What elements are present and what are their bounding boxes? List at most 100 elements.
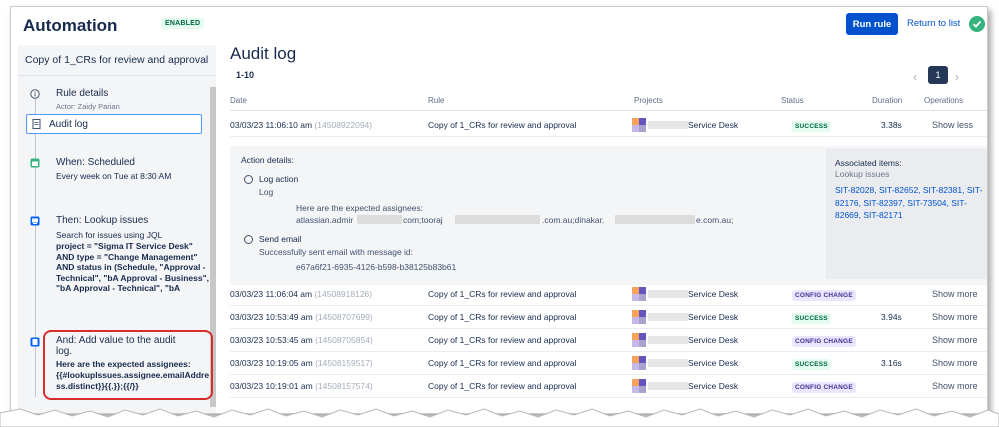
jql-line: Technical", "bA Approval - Business",: [56, 272, 209, 283]
project-avatar-icon: [632, 118, 646, 132]
action-details-panel: Action details: Log action Log Here are …: [230, 146, 987, 285]
column-header-date: Date: [230, 96, 247, 105]
trigger-title[interactable]: When: Scheduled: [56, 157, 135, 168]
row-project: Service Desk: [688, 289, 739, 299]
associated-items-sub: Lookup issues: [835, 169, 890, 179]
audit-log-label: Audit log: [49, 119, 88, 130]
document-action-icon: [30, 337, 40, 347]
send-email-text: Successfully sent email with message id:: [259, 247, 414, 257]
associated-items-heading: Associated items:: [835, 158, 902, 168]
column-header-rule: Rule: [428, 96, 445, 105]
column-header-duration: Duration: [872, 96, 903, 105]
log-label: Log: [259, 187, 274, 197]
sidebar-item-audit-log[interactable]: Audit log: [26, 114, 202, 134]
column-header-operations: Operations: [924, 96, 964, 105]
info-icon: [244, 235, 253, 244]
highlight-annotation: [43, 330, 213, 400]
row-project: Service Desk: [688, 335, 739, 345]
rule-details-link[interactable]: Rule details: [56, 88, 108, 99]
redacted-project: [648, 290, 688, 298]
show-more-button[interactable]: Show more: [932, 289, 978, 299]
jql-line: AND status in (Schedule, "Approval -: [56, 262, 206, 272]
run-rule-button[interactable]: Run rule: [846, 13, 898, 35]
project-avatar-icon: [632, 333, 646, 347]
row-date: 03/03/23 11:06:10 am (14508922094): [230, 120, 373, 130]
log-action-title: Log action: [259, 174, 299, 184]
show-more-button[interactable]: Show more: [932, 358, 978, 368]
log-text: Here are the expected assignees:: [296, 203, 424, 213]
email-fragment: e.com.au;: [696, 215, 734, 225]
status-badge: CONFIG CHANGE: [792, 336, 856, 347]
project-avatar-icon: [632, 310, 646, 324]
status-badge: CONFIG CHANGE: [792, 382, 856, 393]
row-duration: 3.16s: [881, 358, 902, 368]
row-project: Service Desk: [688, 120, 739, 130]
action-details-heading: Action details:: [241, 155, 294, 165]
show-less-button[interactable]: Show less: [932, 120, 973, 130]
flow-line: [35, 97, 36, 397]
result-range: 1-10: [236, 70, 255, 80]
info-icon: [30, 89, 40, 99]
associated-items-panel: Associated items: Lookup issues SIT-8202…: [826, 149, 987, 279]
table-row: 03/03/23 10:19:05 am (14508159517) Copy …: [230, 352, 987, 375]
email-fragment: com;tooraj: [403, 215, 443, 225]
row-rule: Copy of 1_CRs for review and approval: [428, 289, 577, 299]
row-date: 03/03/23 10:19:05 am (14508159517): [230, 358, 373, 368]
show-more-button[interactable]: Show more: [932, 381, 978, 391]
chevron-left-icon[interactable]: ‹: [913, 70, 917, 84]
page-title: Audit log: [230, 44, 297, 63]
row-rule: Copy of 1_CRs for review and approval: [428, 358, 577, 368]
enabled-badge: ENABLED: [161, 18, 205, 29]
show-more-button[interactable]: Show more: [932, 335, 978, 345]
redacted-project: [648, 359, 688, 367]
redacted-email: [615, 215, 695, 224]
jql-line: project = "Sigma IT Service Desk": [56, 241, 193, 251]
document-icon: [32, 119, 41, 129]
associated-issue-links[interactable]: SIT-82028, SIT-82652, SIT-82381, SIT-821…: [835, 184, 985, 222]
rule-actor: Actor: Zaidy Parian: [56, 102, 120, 111]
row-rule: Copy of 1_CRs for review and approval: [428, 381, 577, 391]
row-rule: Copy of 1_CRs for review and approval: [428, 120, 577, 130]
return-to-list-link[interactable]: Return to list: [907, 18, 960, 29]
row-project: Service Desk: [688, 381, 739, 391]
project-avatar-icon: [632, 287, 646, 301]
project-avatar-icon: [632, 379, 646, 393]
lookup-description: Search for issues using JQL: [56, 230, 163, 240]
column-header-projects: Projects: [634, 96, 663, 105]
row-date: 03/03/23 10:19:01 am (14508157574): [230, 381, 373, 391]
table-row: 03/03/23 10:53:49 am (14508707699) Copy …: [230, 306, 987, 329]
jql-line: "bA Approval - Technical", "bA: [56, 283, 181, 293]
rule-name: Copy of 1_CRs for review and approval: [25, 54, 209, 66]
action-icon: [30, 216, 40, 226]
calendar-icon: [30, 158, 40, 168]
project-avatar-icon: [632, 356, 646, 370]
chevron-right-icon[interactable]: ›: [955, 70, 959, 84]
row-rule: Copy of 1_CRs for review and approval: [428, 312, 577, 322]
redacted-email: [357, 215, 402, 224]
table-row: 03/03/23 11:06:10 am (14508922094) Copy …: [230, 114, 987, 137]
status-badge: SUCCESS: [792, 359, 831, 370]
redacted-project: [648, 313, 688, 321]
column-header-status: Status: [781, 96, 804, 105]
info-icon: [244, 175, 253, 184]
row-duration: 3.38s: [881, 120, 902, 130]
page-button[interactable]: 1: [928, 66, 948, 84]
row-duration: 3.94s: [881, 312, 902, 322]
row-date: 03/03/23 10:53:49 am (14508707699): [230, 312, 373, 322]
row-date: 03/03/23 11:06:04 am (14508918126): [230, 289, 373, 299]
email-fragment: atlassian.admir: [296, 215, 354, 225]
jql-line: AND type = "Change Management": [56, 251, 198, 262]
lookup-title[interactable]: Then: Lookup issues: [56, 215, 148, 226]
redacted-project: [648, 121, 688, 129]
trigger-schedule: Every week on Tue at 8:30 AM: [56, 171, 172, 181]
show-more-button[interactable]: Show more: [932, 312, 978, 322]
table-row: 03/03/23 10:53:45 am (14508705854) Copy …: [230, 329, 987, 352]
app-window: Automation ENABLED Run rule Return to li…: [10, 6, 988, 414]
table-row: 03/03/23 10:19:01 am (14508157574) Copy …: [230, 375, 987, 398]
sidebar-divider: [18, 75, 216, 76]
torn-edge: [0, 408, 999, 427]
header-divider: [230, 110, 987, 111]
email-fragment: .com.au;dinakar.: [542, 215, 605, 225]
check-circle-icon: [969, 16, 985, 32]
row-rule: Copy of 1_CRs for review and approval: [428, 335, 577, 345]
